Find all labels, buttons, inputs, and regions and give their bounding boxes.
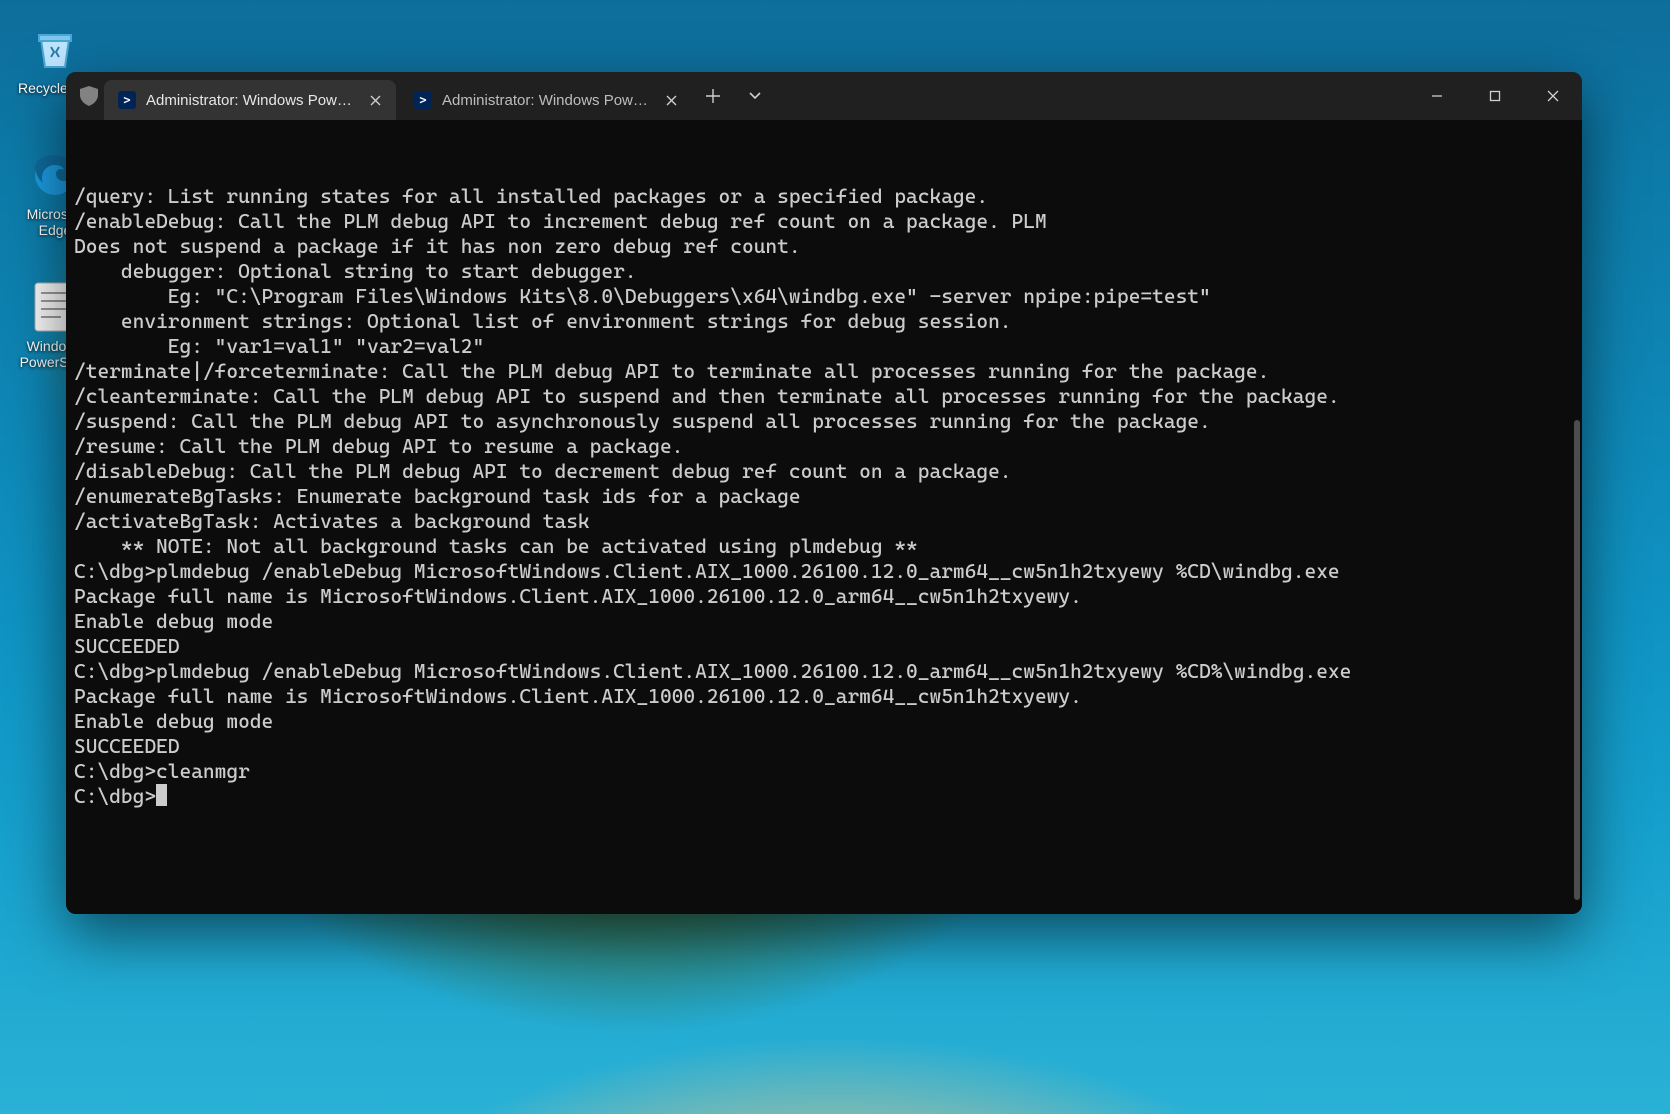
maximize-button[interactable] (1466, 72, 1524, 120)
titlebar[interactable]: > Administrator: Windows PowerShell > Ad… (66, 72, 1582, 120)
terminal-line: ** NOTE: Not all background tasks can be… (74, 534, 1574, 559)
terminal-output[interactable]: /query: List running states for all inst… (66, 120, 1582, 914)
terminal-line: debugger: Optional string to start debug… (74, 259, 1574, 284)
terminal-line: /terminate|/forceterminate: Call the PLM… (74, 359, 1574, 384)
terminal-line: /enableDebug: Call the PLM debug API to … (74, 209, 1574, 234)
new-tab-button[interactable] (692, 72, 734, 120)
terminal-line: SUCCEEDED (74, 634, 1574, 659)
terminal-line: /enumerateBgTasks: Enumerate background … (74, 484, 1574, 509)
terminal-line: Eg: "C:\Program Files\Windows Kits\8.0\D… (74, 284, 1574, 309)
terminal-line: Enable debug mode (74, 709, 1574, 734)
terminal-line: /cleanterminate: Call the PLM debug API … (74, 384, 1574, 409)
tab-dropdown-button[interactable] (734, 72, 776, 120)
window-close-button[interactable] (1524, 72, 1582, 120)
tab-inactive[interactable]: > Administrator: Windows PowerShell (400, 80, 692, 120)
tab-close-button[interactable] (366, 91, 384, 109)
powershell-icon: > (414, 91, 432, 109)
terminal-line: /activateBgTask: Activates a background … (74, 509, 1574, 534)
minimize-button[interactable] (1408, 72, 1466, 120)
recycle-bin-icon (28, 22, 82, 76)
text-cursor (156, 784, 167, 806)
terminal-line: Package full name is MicrosoftWindows.Cl… (74, 684, 1574, 709)
terminal-line: Enable debug mode (74, 609, 1574, 634)
admin-shield-icon (74, 72, 104, 120)
tab-active[interactable]: > Administrator: Windows PowerShell (104, 80, 396, 120)
terminal-line: Does not suspend a package if it has non… (74, 234, 1574, 259)
terminal-line: /disableDebug: Call the PLM debug API to… (74, 459, 1574, 484)
terminal-line: /query: List running states for all inst… (74, 184, 1574, 209)
tab-label: Administrator: Windows PowerShell (146, 92, 356, 109)
desktop-wallpaper: Recycle Bin Microsoft Edge Windows Power… (0, 0, 1670, 1114)
terminal-line: SUCCEEDED (74, 734, 1574, 759)
terminal-line: C:\dbg>plmdebug /enableDebug MicrosoftWi… (74, 659, 1574, 684)
scrollbar-thumb[interactable] (1574, 420, 1580, 900)
terminal-line: C:\dbg>cleanmgr (74, 759, 1574, 784)
terminal-line: C:\dbg> (74, 784, 1574, 809)
terminal-line: /resume: Call the PLM debug API to resum… (74, 434, 1574, 459)
terminal-line: /suspend: Call the PLM debug API to asyn… (74, 409, 1574, 434)
terminal-window: > Administrator: Windows PowerShell > Ad… (66, 72, 1582, 914)
terminal-line: environment strings: Optional list of en… (74, 309, 1574, 334)
powershell-icon: > (118, 91, 136, 109)
terminal-line: C:\dbg>plmdebug /enableDebug MicrosoftWi… (74, 559, 1574, 584)
titlebar-drag-region[interactable] (776, 72, 1408, 120)
terminal-line: Eg: "var1=val1" "var2=val2" (74, 334, 1574, 359)
terminal-line: Package full name is MicrosoftWindows.Cl… (74, 584, 1574, 609)
tab-strip: > Administrator: Windows PowerShell > Ad… (104, 72, 692, 120)
tab-close-button[interactable] (662, 91, 680, 109)
tab-label: Administrator: Windows PowerShell (442, 92, 652, 109)
